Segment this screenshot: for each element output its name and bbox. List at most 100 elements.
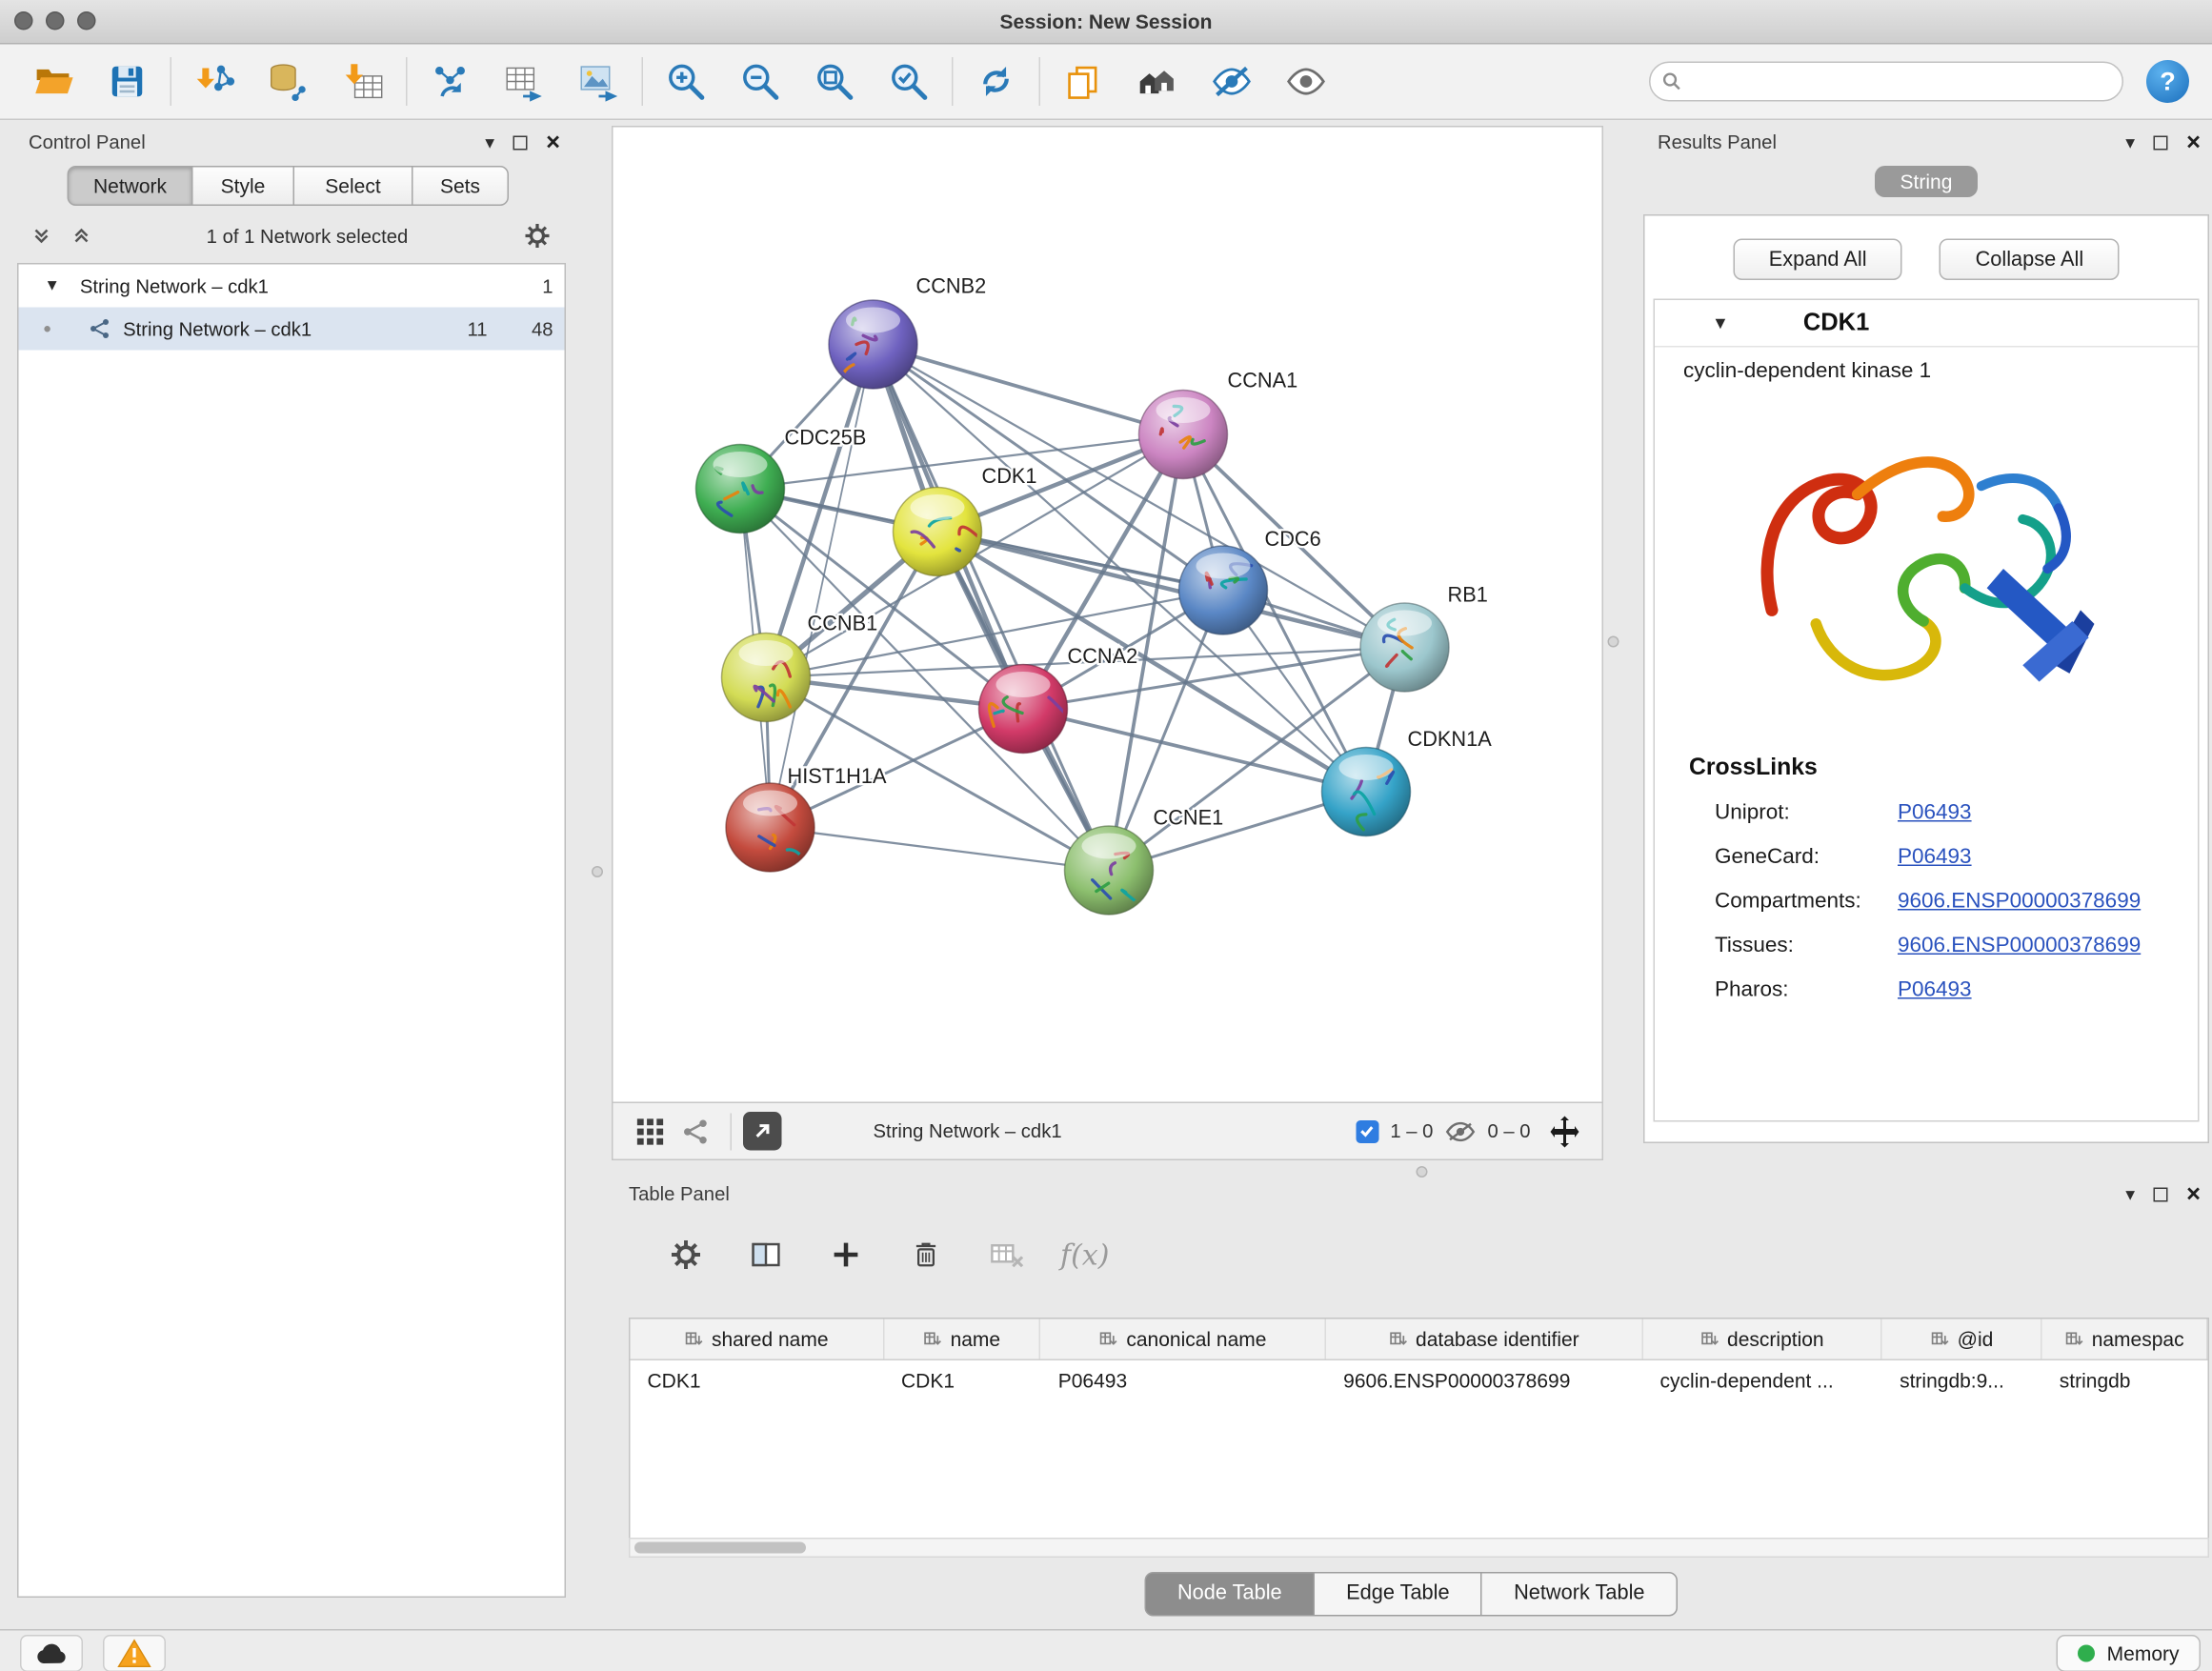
home-layout-button[interactable] <box>1128 51 1188 111</box>
table-cell[interactable]: CDK1 <box>884 1360 1041 1400</box>
detach-view-button[interactable] <box>743 1112 782 1151</box>
crosslink-value-link[interactable]: 9606.ENSP00000378699 <box>1898 889 2141 914</box>
tab-network[interactable]: Network <box>68 166 193 206</box>
network-node-cdc25b[interactable] <box>696 445 785 534</box>
search-input[interactable] <box>1649 62 2123 102</box>
network-overview-button[interactable] <box>674 1108 719 1154</box>
tab-sets[interactable]: Sets <box>412 166 509 206</box>
delete-columns-button[interactable] <box>900 1229 952 1280</box>
collapse-all-icon[interactable] <box>31 226 51 246</box>
table-cell[interactable]: CDK1 <box>631 1360 885 1400</box>
export-image-button[interactable] <box>569 51 629 111</box>
delete-table-button[interactable] <box>980 1229 1032 1280</box>
create-column-button[interactable] <box>820 1229 872 1280</box>
tab-select[interactable]: Select <box>293 166 413 206</box>
network-node-ccnb1[interactable] <box>722 634 811 722</box>
cloud-status-button[interactable] <box>20 1635 83 1671</box>
panel-close-icon[interactable]: × <box>2186 1179 2201 1211</box>
zoom-out-button[interactable] <box>731 51 791 111</box>
table-options-button[interactable] <box>660 1229 712 1280</box>
gene-panel-header[interactable]: ▼ CDK1 <box>1655 300 2198 348</box>
zoom-in-button[interactable] <box>656 51 716 111</box>
tree-expand-icon[interactable]: ▼ <box>45 277 60 294</box>
network-edge[interactable] <box>1023 709 1366 792</box>
refresh-view-button[interactable] <box>966 51 1026 111</box>
network-edge[interactable] <box>874 345 1110 871</box>
network-node-ccna2[interactable] <box>979 665 1068 754</box>
network-node-ccna1[interactable] <box>1139 391 1228 479</box>
selected-nodes-checkbox[interactable] <box>1356 1119 1378 1142</box>
import-network-from-file-button[interactable] <box>185 51 245 111</box>
network-node-ccne1[interactable] <box>1065 826 1154 915</box>
crosslink-value-link[interactable]: 9606.ENSP00000378699 <box>1898 934 2141 958</box>
select-columns-button[interactable] <box>740 1229 792 1280</box>
table-cell[interactable]: stringdb <box>2042 1360 2208 1400</box>
expand-all-button[interactable]: Expand All <box>1733 239 1902 281</box>
collapse-gene-icon[interactable]: ▼ <box>1712 313 1729 333</box>
collapse-all-button[interactable]: Collapse All <box>1940 239 2120 281</box>
network-node-cdkn1a[interactable] <box>1322 748 1411 836</box>
hide-selected-button[interactable] <box>1202 51 1262 111</box>
splitter-handle[interactable] <box>592 866 603 877</box>
tab-network-table[interactable]: Network Table <box>1481 1572 1678 1617</box>
table-cell[interactable]: P06493 <box>1041 1360 1326 1400</box>
network-collection-row[interactable]: ▼ String Network – cdk1 1 <box>19 265 565 308</box>
table-horizontal-scrollbar[interactable] <box>629 1538 2209 1558</box>
pan-mode-button[interactable] <box>1542 1108 1588 1154</box>
panel-close-icon[interactable]: × <box>2186 128 2201 159</box>
network-canvas[interactable]: CCNB2CCNA1CDC25BCDK1CDC6RB1CCNB1CCNA2CDK… <box>612 126 1603 1103</box>
new-network-from-selection-button[interactable] <box>420 51 480 111</box>
network-options-gear-icon[interactable] <box>523 222 552 251</box>
network-edge[interactable] <box>771 345 874 828</box>
network-node-cdc6[interactable] <box>1179 546 1268 634</box>
memory-button[interactable]: Memory <box>2057 1635 2201 1671</box>
function-builder-button[interactable]: f(x) <box>1060 1238 1109 1272</box>
crosslink-value-link[interactable]: P06493 <box>1898 977 1972 1002</box>
warnings-button[interactable] <box>103 1635 166 1671</box>
crosslink-value-link[interactable]: P06493 <box>1898 800 1972 825</box>
expand-all-icon[interactable] <box>71 226 91 246</box>
show-all-button[interactable] <box>1277 51 1337 111</box>
table-row[interactable]: CDK1CDK1P064939606.ENSP00000378699cyclin… <box>631 1360 2208 1400</box>
import-network-from-database-button[interactable] <box>259 51 319 111</box>
network-edge[interactable] <box>937 532 1405 648</box>
panel-float-icon[interactable] <box>2154 1188 2168 1202</box>
network-node-rb1[interactable] <box>1360 603 1449 692</box>
panel-float-icon[interactable] <box>513 136 528 151</box>
zoom-selected-button[interactable] <box>879 51 939 111</box>
column-header-database-identifier[interactable]: database identifier <box>1326 1319 1642 1359</box>
column-header-canonical-name[interactable]: canonical name <box>1041 1319 1326 1359</box>
crosslink-value-link[interactable]: P06493 <box>1898 845 1972 870</box>
panel-menu-icon[interactable]: ▾ <box>485 126 494 160</box>
splitter-handle[interactable] <box>1608 636 1619 648</box>
network-edge[interactable] <box>874 345 1184 435</box>
column-header-namespac[interactable]: namespac <box>2042 1319 2208 1359</box>
copy-document-button[interactable] <box>1054 51 1114 111</box>
network-row-selected[interactable]: ● String Network – cdk1 11 48 <box>19 308 565 351</box>
network-node-cdk1[interactable] <box>894 488 982 576</box>
table-cell[interactable]: cyclin-dependent ... <box>1643 1360 1883 1400</box>
help-button[interactable]: ? <box>2146 60 2189 103</box>
tab-style[interactable]: Style <box>191 166 294 206</box>
export-table-button[interactable] <box>494 51 554 111</box>
search-field[interactable] <box>1649 62 2123 102</box>
import-table-button[interactable] <box>333 51 393 111</box>
panel-menu-icon[interactable]: ▾ <box>2125 126 2135 160</box>
column-header-name[interactable]: name <box>884 1319 1041 1359</box>
splitter-handle[interactable] <box>1417 1166 1428 1178</box>
save-session-button[interactable] <box>97 51 157 111</box>
table-cell[interactable]: stringdb:9... <box>1882 1360 2042 1400</box>
network-node-hist1h1a[interactable] <box>726 783 814 872</box>
birds-eye-view-button[interactable] <box>628 1108 674 1154</box>
zoom-fit-button[interactable] <box>805 51 865 111</box>
network-node-ccnb2[interactable] <box>829 300 917 389</box>
scrollbar-thumb[interactable] <box>634 1542 806 1554</box>
tab-node-table[interactable]: Node Table <box>1144 1572 1315 1617</box>
tab-string[interactable]: String <box>1875 166 1979 197</box>
column-header-description[interactable]: description <box>1643 1319 1883 1359</box>
network-edge[interactable] <box>771 828 1110 871</box>
panel-menu-icon[interactable]: ▾ <box>2125 1178 2135 1212</box>
panel-float-icon[interactable] <box>2154 136 2168 151</box>
table-cell[interactable]: 9606.ENSP00000378699 <box>1326 1360 1642 1400</box>
tab-edge-table[interactable]: Edge Table <box>1314 1572 1482 1617</box>
